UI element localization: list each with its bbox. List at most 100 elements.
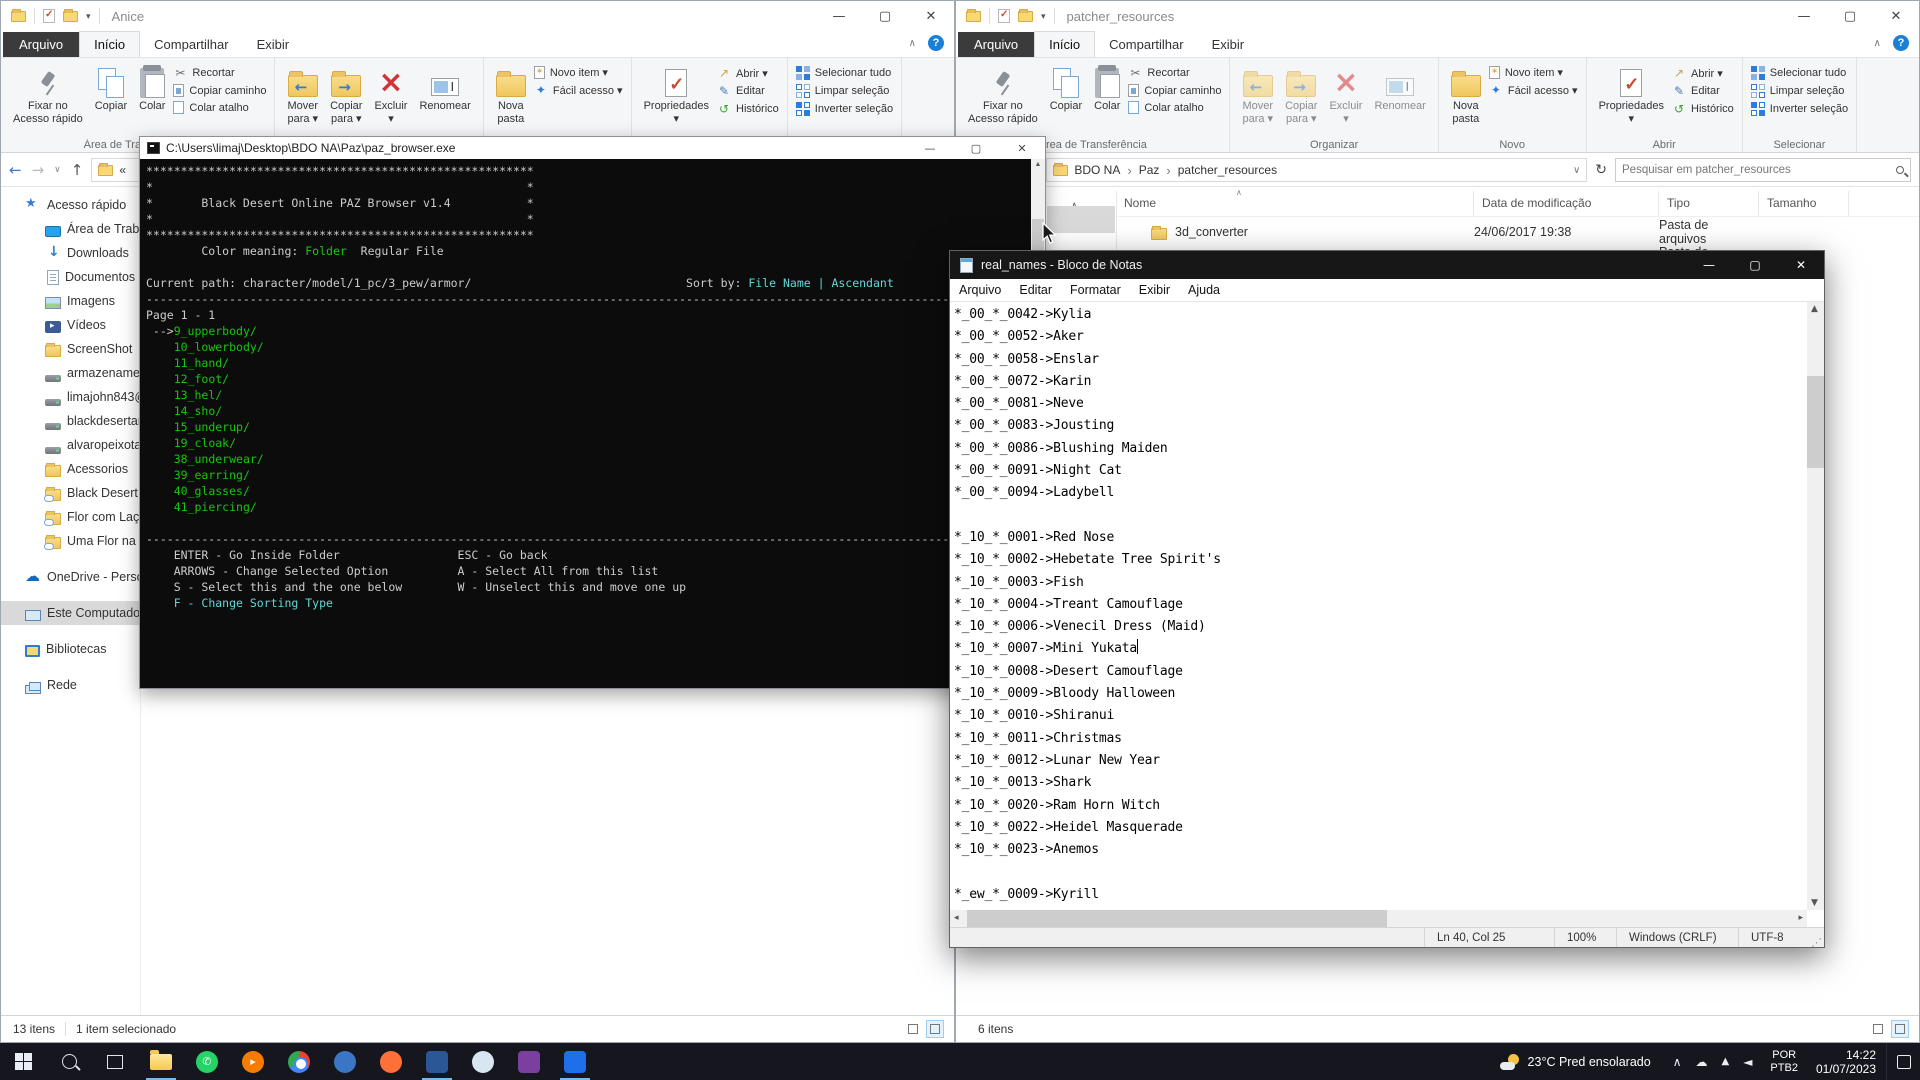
- ribbon-button-abrir[interactable]: ↗Abrir ▾: [1672, 66, 1734, 80]
- qat-newfolder-icon[interactable]: [1018, 11, 1033, 22]
- close-button[interactable]: ✕: [908, 1, 954, 31]
- minimize-button[interactable]: —: [1781, 1, 1827, 31]
- thumbnails-view-button[interactable]: [926, 1020, 944, 1038]
- tab-exibir[interactable]: Exibir: [243, 32, 304, 57]
- ribbon-button-fácilacesso[interactable]: ✦Fácil acesso ▾: [534, 83, 623, 97]
- search-input[interactable]: Pesquisar em patcher_resources: [1615, 158, 1911, 182]
- ribbon-button-recortar[interactable]: ✂Recortar: [1128, 66, 1221, 80]
- scrollbar-thumb[interactable]: [1807, 376, 1824, 468]
- ribbon-button-excluir[interactable]: ×Excluir▾: [369, 62, 412, 130]
- maximize-button[interactable]: ▢: [1732, 251, 1778, 279]
- resize-grip[interactable]: [1808, 928, 1824, 947]
- sidebar-item-documentos[interactable]: Documentos: [1, 265, 140, 289]
- tab-início[interactable]: Início: [1034, 31, 1095, 57]
- ribbon-button-nova[interactable]: Novapasta: [1446, 62, 1486, 130]
- ribbon-button-excluir[interactable]: ×Excluir▾: [1324, 62, 1367, 130]
- language-indicator[interactable]: POR PTB2: [1762, 1049, 1806, 1075]
- ribbon-button-colar[interactable]: Colar: [1089, 62, 1125, 117]
- notepad-vscrollbar[interactable]: ▲ ▼: [1807, 302, 1824, 910]
- ribbon-button-colaratalho[interactable]: Colar atalho: [1128, 101, 1221, 114]
- ribbon-button-colaratalho[interactable]: Colar atalho: [173, 101, 266, 114]
- file-row-3d_converter[interactable]: 3d_converter24/06/2017 19:38Pasta de arq…: [1151, 219, 1911, 245]
- tray-onedrive-icon[interactable]: ☁: [1695, 1055, 1707, 1069]
- ribbon-button-fixarno[interactable]: Fixar noAcesso rápido: [8, 62, 88, 130]
- sidebar-item-acessorios[interactable]: Acessorios: [1, 457, 140, 481]
- tray-network-icon[interactable]: ▲: [1721, 1056, 1729, 1067]
- titlebar[interactable]: ▾ Anice — ▢ ✕: [1, 1, 954, 31]
- sidebar-item-flor-com-laço[interactable]: Flor com Laço: [1, 505, 140, 529]
- qat-customize-icon[interactable]: ▾: [86, 11, 91, 22]
- breadcrumb[interactable]: BDO NA›Paz›patcher_resources: [1074, 163, 1277, 178]
- ribbon-button-inverterseleção[interactable]: Inverter seleção: [1751, 102, 1848, 116]
- scroll-up-icon[interactable]: ▲: [1031, 161, 1045, 168]
- tab-arquivo[interactable]: Arquivo: [3, 32, 79, 57]
- minimize-button[interactable]: —: [816, 1, 862, 31]
- ribbon-button-abrir[interactable]: ↗Abrir ▾: [717, 66, 779, 80]
- ribbon-button-fixarno[interactable]: Fixar noAcesso rápido: [963, 62, 1043, 130]
- column-header-nome[interactable]: Nome∧: [1116, 191, 1474, 216]
- column-header-data-de-modificação[interactable]: Data de modificação: [1474, 191, 1659, 216]
- sidebar-item-alvaropeixotao8[interactable]: alvaropeixotao8: [1, 433, 140, 457]
- up-button[interactable]: ↑: [71, 161, 84, 179]
- minimize-button[interactable]: —: [1686, 251, 1732, 279]
- taskbar-app-media-player[interactable]: ▸: [230, 1043, 276, 1080]
- sidebar-item-área-de-trabalho[interactable]: Área de Trabalho: [1, 217, 140, 241]
- breadcrumb-segment[interactable]: BDO NA: [1074, 163, 1120, 177]
- taskbar-app-firefox[interactable]: [368, 1043, 414, 1080]
- scroll-down-icon[interactable]: ▼: [1811, 898, 1818, 908]
- tray-chevron-up-icon[interactable]: ∧: [1673, 1055, 1682, 1069]
- ribbon-button-copiar[interactable]: Copiar: [1045, 62, 1087, 117]
- notepad-hscrollbar[interactable]: ◂ ▸: [950, 910, 1807, 927]
- titlebar[interactable]: ▾ patcher_resources — ▢ ✕: [956, 1, 1919, 31]
- tab-arquivo[interactable]: Arquivo: [958, 32, 1034, 57]
- taskbar-app-app-purple[interactable]: [506, 1043, 552, 1080]
- breadcrumb-segment[interactable]: Paz: [1139, 163, 1160, 177]
- thumbnails-view-button[interactable]: [1891, 1020, 1909, 1038]
- taskbar-app-file-explorer[interactable]: [138, 1043, 184, 1080]
- ribbon-button-propriedades[interactable]: Propriedades▾: [1594, 62, 1669, 130]
- tab-início[interactable]: Início: [79, 31, 140, 57]
- weather-widget[interactable]: 23°C Pred ensolarado: [1488, 1043, 1663, 1080]
- notepad-text-area[interactable]: *_00_*_0042->Kylia*_00_*_0052->Aker*_00_…: [950, 302, 1807, 910]
- ribbon-button-recortar[interactable]: ✂Recortar: [173, 66, 266, 80]
- sidebar-item-downloads[interactable]: Downloads: [1, 241, 140, 265]
- sidebar-item-screenshot[interactable]: ScreenShot: [1, 337, 140, 361]
- sidebar-item-este-computador[interactable]: Este Computador: [1, 601, 140, 625]
- help-icon[interactable]: ?: [928, 35, 944, 51]
- ribbon-button-propriedades[interactable]: Propriedades▾: [639, 62, 714, 130]
- task-view-button[interactable]: [92, 1043, 138, 1080]
- minimize-button[interactable]: —: [907, 137, 953, 159]
- scroll-right-icon[interactable]: ▸: [1798, 913, 1803, 923]
- ribbon-button-copiarcaminho[interactable]: Copiar caminho: [1128, 84, 1221, 97]
- close-button[interactable]: ✕: [1873, 1, 1919, 31]
- menu-arquivo[interactable]: Arquivo: [950, 283, 1010, 297]
- ribbon-button-renomear[interactable]: Renomear: [1369, 62, 1430, 117]
- start-button[interactable]: [0, 1043, 46, 1080]
- tab-compartilhar[interactable]: Compartilhar: [1095, 32, 1197, 57]
- menu-formatar[interactable]: Formatar: [1061, 283, 1130, 297]
- tray-volume-icon[interactable]: ◄: [1743, 1055, 1752, 1069]
- ribbon-button-histórico[interactable]: ↺Histórico: [717, 102, 779, 116]
- sidebar-item-rede[interactable]: Rede: [1, 673, 140, 697]
- ribbon-button-copiar[interactable]: Copiar: [90, 62, 132, 117]
- maximize-button[interactable]: ▢: [1827, 1, 1873, 31]
- sidebar-item-onedrive-perso[interactable]: OneDrive - Perso: [1, 565, 140, 589]
- qat-properties-icon[interactable]: [43, 9, 55, 23]
- taskbar-app-app-blue[interactable]: [322, 1043, 368, 1080]
- forward-button[interactable]: →: [32, 161, 45, 179]
- sidebar-item-limajohn843-g[interactable]: limajohn843@g: [1, 385, 140, 409]
- ribbon-button-fácilacesso[interactable]: ✦Fácil acesso ▾: [1489, 83, 1578, 97]
- ribbon-button-selecionartudo[interactable]: Selecionar tudo: [796, 66, 893, 80]
- sidebar-item-vídeos[interactable]: Vídeos: [1, 313, 140, 337]
- ribbon-button-copiar[interactable]: →Copiarpara ▾: [1280, 62, 1322, 130]
- column-header-tipo[interactable]: Tipo: [1659, 191, 1759, 216]
- menu-exibir[interactable]: Exibir: [1130, 283, 1179, 297]
- details-view-button[interactable]: [1869, 1020, 1887, 1038]
- column-header-tamanho[interactable]: Tamanho: [1759, 191, 1849, 216]
- sidebar-item-blackdesertanim[interactable]: blackdesertanim: [1, 409, 140, 433]
- ribbon-button-mover[interactable]: ←Moverpara ▾: [1237, 62, 1278, 130]
- action-center-button[interactable]: [1886, 1043, 1920, 1080]
- console-output[interactable]: ****************************************…: [140, 159, 1045, 688]
- notepad-titlebar[interactable]: real_names - Bloco de Notas — ▢ ✕: [950, 251, 1824, 279]
- ribbon-button-colar[interactable]: Colar: [134, 62, 170, 117]
